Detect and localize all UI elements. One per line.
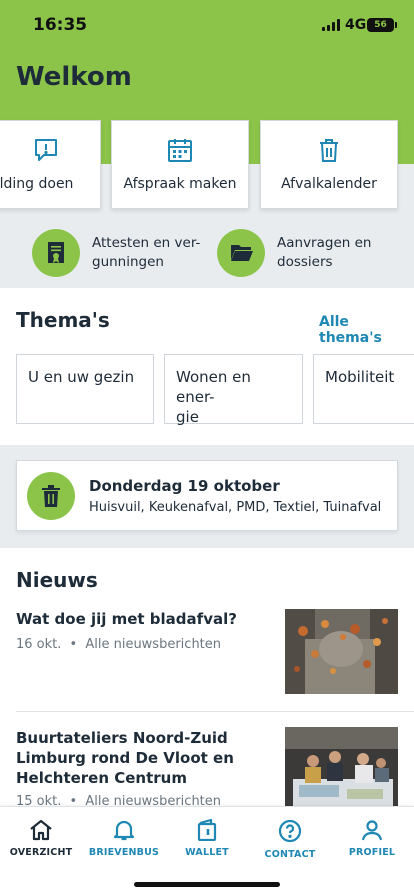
certificate-icon <box>32 229 80 277</box>
themes-title: Thema's <box>16 308 110 332</box>
home-indicator <box>134 882 280 887</box>
quick-action-appointment[interactable]: Afspraak maken <box>111 120 249 209</box>
all-themes-link[interactable]: Alle thema's <box>319 314 414 346</box>
news-item-meta: 16 okt. • Alle nieuwsberichten <box>16 637 221 652</box>
link-requests-label: Aanvragen en dossiers <box>277 234 371 272</box>
user-icon <box>361 820 383 841</box>
news-item-title: Buurtateliers Noord-Zuid Limburg rond De… <box>16 729 234 787</box>
quick-action-label: Afvalkalender <box>281 176 377 192</box>
waste-types: Huisvuil, Keukenafval, PMD, Textiel, Tui… <box>89 500 382 515</box>
news-item-leaves[interactable]: Wat doe jij met bladafval? 16 okt. • All… <box>0 607 414 697</box>
news-date: 16 okt. <box>16 637 62 652</box>
tab-profile[interactable]: PROFIEL <box>331 819 413 869</box>
status-bar: 16:35 4G 56 <box>0 0 414 52</box>
theme-label: Wonen en ener- <box>176 368 251 406</box>
news-item-workshops[interactable]: Buurtateliers Noord-Zuid Limburg rond De… <box>0 727 414 812</box>
network-label: 4G <box>345 17 367 33</box>
label-line: dossiers <box>277 254 333 270</box>
link-certificates[interactable]: Attesten en ver- gunningen <box>32 229 202 279</box>
quick-action-label: elding doen <box>0 176 74 192</box>
trash-icon <box>316 137 342 163</box>
theme-card-housing[interactable]: Wonen en ener- gie <box>164 354 303 426</box>
tab-label: WALLET <box>185 847 229 858</box>
theme-card-family[interactable]: U en uw gezin <box>16 354 154 424</box>
tab-label: BRIEVENBUS <box>88 847 160 858</box>
folder-icon <box>217 229 265 277</box>
news-image-leaves <box>285 609 398 694</box>
waste-date: Donderdag 19 oktober <box>89 477 280 495</box>
battery-level: 56 <box>374 20 387 30</box>
tab-mailbox[interactable]: BRIEVENBUS <box>83 819 165 869</box>
tab-label: PROFIEL <box>348 847 396 858</box>
signal-icon <box>322 19 340 31</box>
tab-label: CONTACT <box>264 849 316 860</box>
trash-icon <box>27 472 75 520</box>
status-time: 16:35 <box>33 15 88 35</box>
label-line: Aanvragen en <box>277 235 372 251</box>
news-category: Alle nieuwsberichten <box>85 637 222 652</box>
link-requests[interactable]: Aanvragen en dossiers <box>217 229 397 279</box>
quick-action-report[interactable]: elding doen <box>0 120 101 209</box>
news-item-title: Wat doe jij met bladafval? <box>16 610 237 628</box>
wallet-icon <box>197 819 217 841</box>
theme-label: Mobiliteit <box>325 368 395 386</box>
tab-wallet[interactable]: WALLET <box>166 819 248 869</box>
news-separator: • <box>69 637 78 652</box>
tab-label: OVERZICHT <box>9 847 73 858</box>
calendar-icon <box>167 137 193 163</box>
quick-action-waste-calendar[interactable]: Afvalkalender <box>260 120 398 209</box>
theme-label: gie <box>176 408 199 426</box>
home-icon <box>30 819 52 841</box>
help-icon <box>278 819 302 843</box>
theme-card-mobility[interactable]: Mobiliteit <box>313 354 414 424</box>
waste-collection-card[interactable]: Donderdag 19 oktober Huisvuil, Keukenafv… <box>16 460 398 531</box>
report-icon <box>33 137 59 163</box>
label-line: gunningen <box>92 254 164 270</box>
news-image-workshop <box>285 727 398 812</box>
link-certificates-label: Attesten en ver- gunningen <box>92 234 200 272</box>
news-divider <box>16 711 414 712</box>
quick-action-label: Afspraak maken <box>123 176 237 192</box>
bell-icon <box>113 820 135 841</box>
news-title: Nieuws <box>16 568 98 592</box>
battery-icon: 56 <box>367 18 394 32</box>
theme-label: U en uw gezin <box>28 368 135 386</box>
page-title: Welkom <box>16 62 132 92</box>
label-line: Attesten en ver- <box>92 235 201 251</box>
tab-contact[interactable]: CONTACT <box>249 819 331 869</box>
tab-overview[interactable]: OVERZICHT <box>0 819 82 869</box>
battery-tip <box>395 22 397 28</box>
